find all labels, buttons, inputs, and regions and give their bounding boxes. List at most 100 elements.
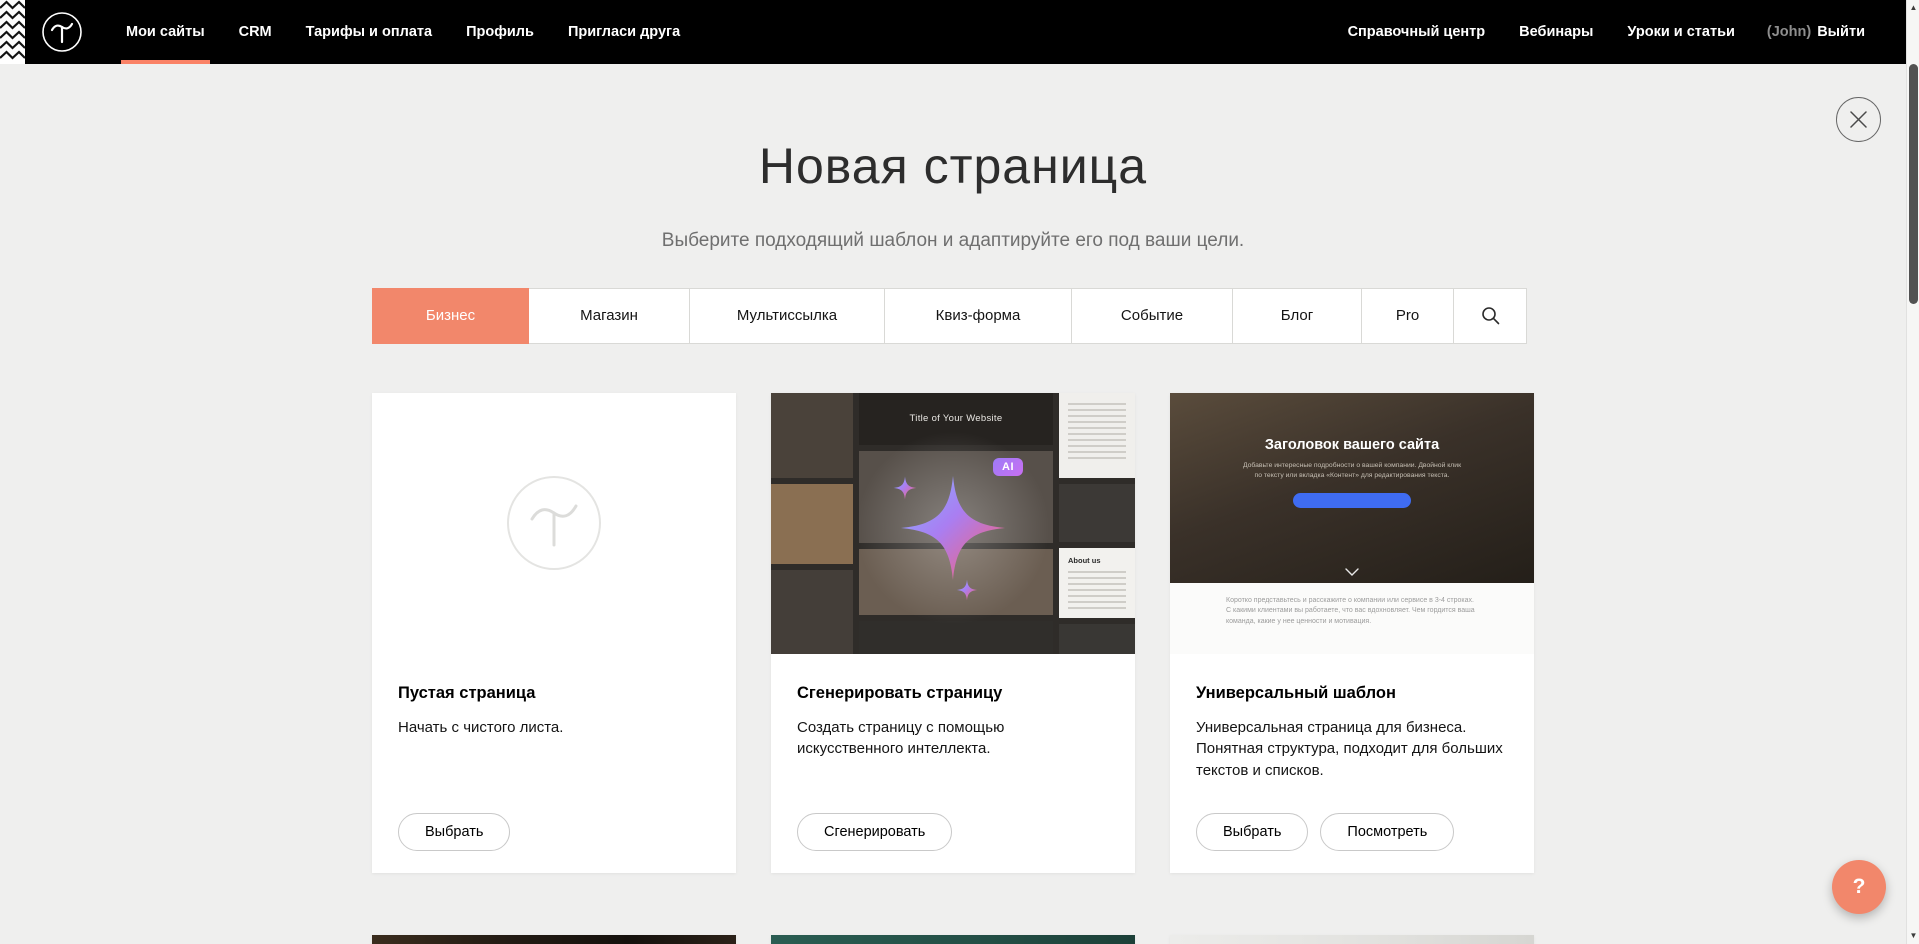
navbar-secondary-menu: Справочный центр Вебинары Уроки и статьи… bbox=[1331, 0, 1880, 64]
nav-item-webinars[interactable]: Вебинары bbox=[1502, 24, 1610, 40]
collage-tile bbox=[771, 570, 853, 654]
scrollbar-thumb[interactable] bbox=[1909, 64, 1918, 304]
nav-item-label: Мои сайты bbox=[126, 24, 205, 40]
preview-body-section: Коротко представьтесь и расскажите о ком… bbox=[1170, 583, 1534, 654]
nav-item-profile[interactable]: Профиль bbox=[449, 0, 551, 64]
card-description: Создать страницу с помощью искусственног… bbox=[797, 717, 1109, 761]
help-button-label: ? bbox=[1853, 875, 1866, 899]
card-body: Сгенерировать страницу Создать страницу … bbox=[771, 654, 1135, 873]
page-scrollbar[interactable]: ▲ ▼ bbox=[1906, 0, 1919, 944]
collage-tile bbox=[1059, 624, 1135, 654]
template-card-blank[interactable]: Пустая страница Начать с чистого листа. … bbox=[372, 393, 736, 873]
help-button[interactable]: ? bbox=[1832, 860, 1886, 914]
tab-business[interactable]: Бизнес bbox=[372, 288, 529, 344]
nav-item-label: Профиль bbox=[466, 24, 534, 40]
nav-item-my-sites[interactable]: Мои сайты bbox=[109, 0, 222, 64]
tab-blog[interactable]: Блог bbox=[1232, 288, 1362, 344]
nav-item-label: CRM bbox=[239, 24, 272, 40]
card-body: Пустая страница Начать с чистого листа. … bbox=[372, 654, 736, 873]
preview-button[interactable]: Посмотреть bbox=[1320, 813, 1454, 851]
collage-tile bbox=[771, 393, 853, 478]
user-name: (John) bbox=[1767, 24, 1811, 40]
choose-button[interactable]: Выбрать bbox=[398, 813, 510, 851]
text-lines-placeholder bbox=[1068, 403, 1126, 461]
template-card-partial[interactable] bbox=[771, 935, 1135, 944]
preview-hero-subtitle: Добавьте интересные подробности о вашей … bbox=[1239, 461, 1465, 482]
page-subtitle: Выберите подходящий шаблон и адаптируйте… bbox=[372, 230, 1534, 252]
template-card-partial[interactable] bbox=[372, 935, 736, 944]
card-title: Сгенерировать страницу bbox=[797, 684, 1109, 703]
nav-item-pricing[interactable]: Тарифы и оплата bbox=[289, 0, 449, 64]
template-preview-partial bbox=[1170, 935, 1534, 944]
card-title: Пустая страница bbox=[398, 684, 710, 703]
nav-item-help-center[interactable]: Справочный центр bbox=[1331, 24, 1503, 40]
logout-label: Выйти bbox=[1817, 24, 1865, 40]
nav-item-label: Пригласи друга bbox=[568, 24, 680, 40]
tilda-logo[interactable] bbox=[41, 11, 83, 53]
nav-item-label: Уроки и статьи bbox=[1627, 24, 1734, 40]
template-preview-partial bbox=[372, 935, 736, 944]
tab-label: Бизнес bbox=[426, 307, 475, 324]
nav-item-label: Справочный центр bbox=[1348, 24, 1486, 40]
collage-text-card bbox=[1059, 393, 1135, 478]
navbar-main-menu: Мои сайты CRM Тарифы и оплата Профиль Пр… bbox=[109, 0, 697, 64]
template-category-tabs: Бизнес Магазин Мультиссылка Квиз-форма С… bbox=[372, 288, 1534, 344]
nav-item-lessons[interactable]: Уроки и статьи bbox=[1610, 24, 1751, 40]
ai-generate-preview: Title of Your Website About us bbox=[771, 393, 1135, 654]
card-body: Универсальный шаблон Универсальная стран… bbox=[1170, 654, 1534, 873]
template-grid: Пустая страница Начать с чистого листа. … bbox=[372, 393, 1534, 944]
nav-item-label: Тарифы и оплата bbox=[306, 24, 432, 40]
chevron-down-icon bbox=[1345, 568, 1359, 576]
tilda-logo-icon bbox=[41, 11, 83, 53]
collage-tile bbox=[1059, 484, 1135, 542]
ai-badge: AI bbox=[993, 458, 1023, 476]
card-description: Начать с чистого листа. bbox=[398, 717, 710, 739]
zigzag-decoration bbox=[0, 0, 25, 64]
scroll-up-icon[interactable]: ▲ bbox=[1907, 1, 1919, 15]
tab-label: Квиз-форма bbox=[936, 307, 1021, 324]
nav-item-logout[interactable]: (John) Выйти bbox=[1752, 24, 1880, 40]
template-card-ai-generate[interactable]: Title of Your Website About us bbox=[771, 393, 1135, 873]
choose-button[interactable]: Выбрать bbox=[1196, 813, 1308, 851]
new-page-modal: Новая страница Выберите подходящий шабло… bbox=[0, 64, 1906, 944]
tab-label: Мультиссылка bbox=[737, 307, 837, 324]
universal-template-preview: Заголовок вашего сайта Добавьте интересн… bbox=[1170, 393, 1534, 654]
preview-about-label: About us bbox=[1068, 556, 1126, 565]
preview-cta-button bbox=[1293, 493, 1411, 508]
tab-label: Магазин bbox=[580, 307, 638, 324]
preview-hero-section: Заголовок вашего сайта Добавьте интересн… bbox=[1170, 393, 1534, 583]
nav-item-crm[interactable]: CRM bbox=[222, 0, 289, 64]
template-preview-partial bbox=[771, 935, 1135, 944]
preview-hero-title: Заголовок вашего сайта bbox=[1265, 437, 1439, 453]
card-title: Универсальный шаблон bbox=[1196, 684, 1508, 703]
collage-about-card: About us bbox=[1059, 548, 1135, 618]
tab-search[interactable] bbox=[1453, 288, 1527, 344]
generate-button[interactable]: Сгенерировать bbox=[797, 813, 952, 851]
card-actions: Сгенерировать bbox=[797, 813, 1109, 851]
card-actions: Выбрать Посмотреть bbox=[1196, 813, 1508, 851]
tab-multilink[interactable]: Мультиссылка bbox=[689, 288, 885, 344]
nav-item-label: Вебинары bbox=[1519, 24, 1593, 40]
text-lines-placeholder bbox=[1068, 571, 1126, 609]
preview-body-text: Коротко представьтесь и расскажите о ком… bbox=[1226, 596, 1478, 654]
template-card-partial[interactable] bbox=[1170, 935, 1534, 944]
tab-label: Блог bbox=[1281, 307, 1313, 324]
page-title: Новая страница bbox=[372, 138, 1534, 196]
tab-label: Событие bbox=[1121, 307, 1183, 324]
blank-template-preview bbox=[372, 393, 736, 654]
close-button[interactable] bbox=[1836, 97, 1881, 142]
card-description: Универсальная страница для бизнеса. Поня… bbox=[1196, 717, 1508, 782]
template-card-universal[interactable]: Заголовок вашего сайта Добавьте интересн… bbox=[1170, 393, 1534, 873]
card-actions: Выбрать bbox=[398, 813, 710, 851]
tab-event[interactable]: Событие bbox=[1071, 288, 1233, 344]
nav-item-invite-friend[interactable]: Пригласи друга bbox=[551, 0, 697, 64]
tilda-watermark-icon bbox=[504, 473, 604, 573]
top-navbar: Мои сайты CRM Тарифы и оплата Профиль Пр… bbox=[0, 0, 1906, 64]
tab-store[interactable]: Магазин bbox=[528, 288, 690, 344]
tab-quiz-form[interactable]: Квиз-форма bbox=[884, 288, 1072, 344]
scroll-down-icon[interactable]: ▼ bbox=[1907, 929, 1919, 943]
tab-pro[interactable]: Pro bbox=[1361, 288, 1454, 344]
collage-tile bbox=[771, 484, 853, 564]
tab-label: Pro bbox=[1396, 307, 1419, 324]
search-icon bbox=[1481, 306, 1500, 325]
